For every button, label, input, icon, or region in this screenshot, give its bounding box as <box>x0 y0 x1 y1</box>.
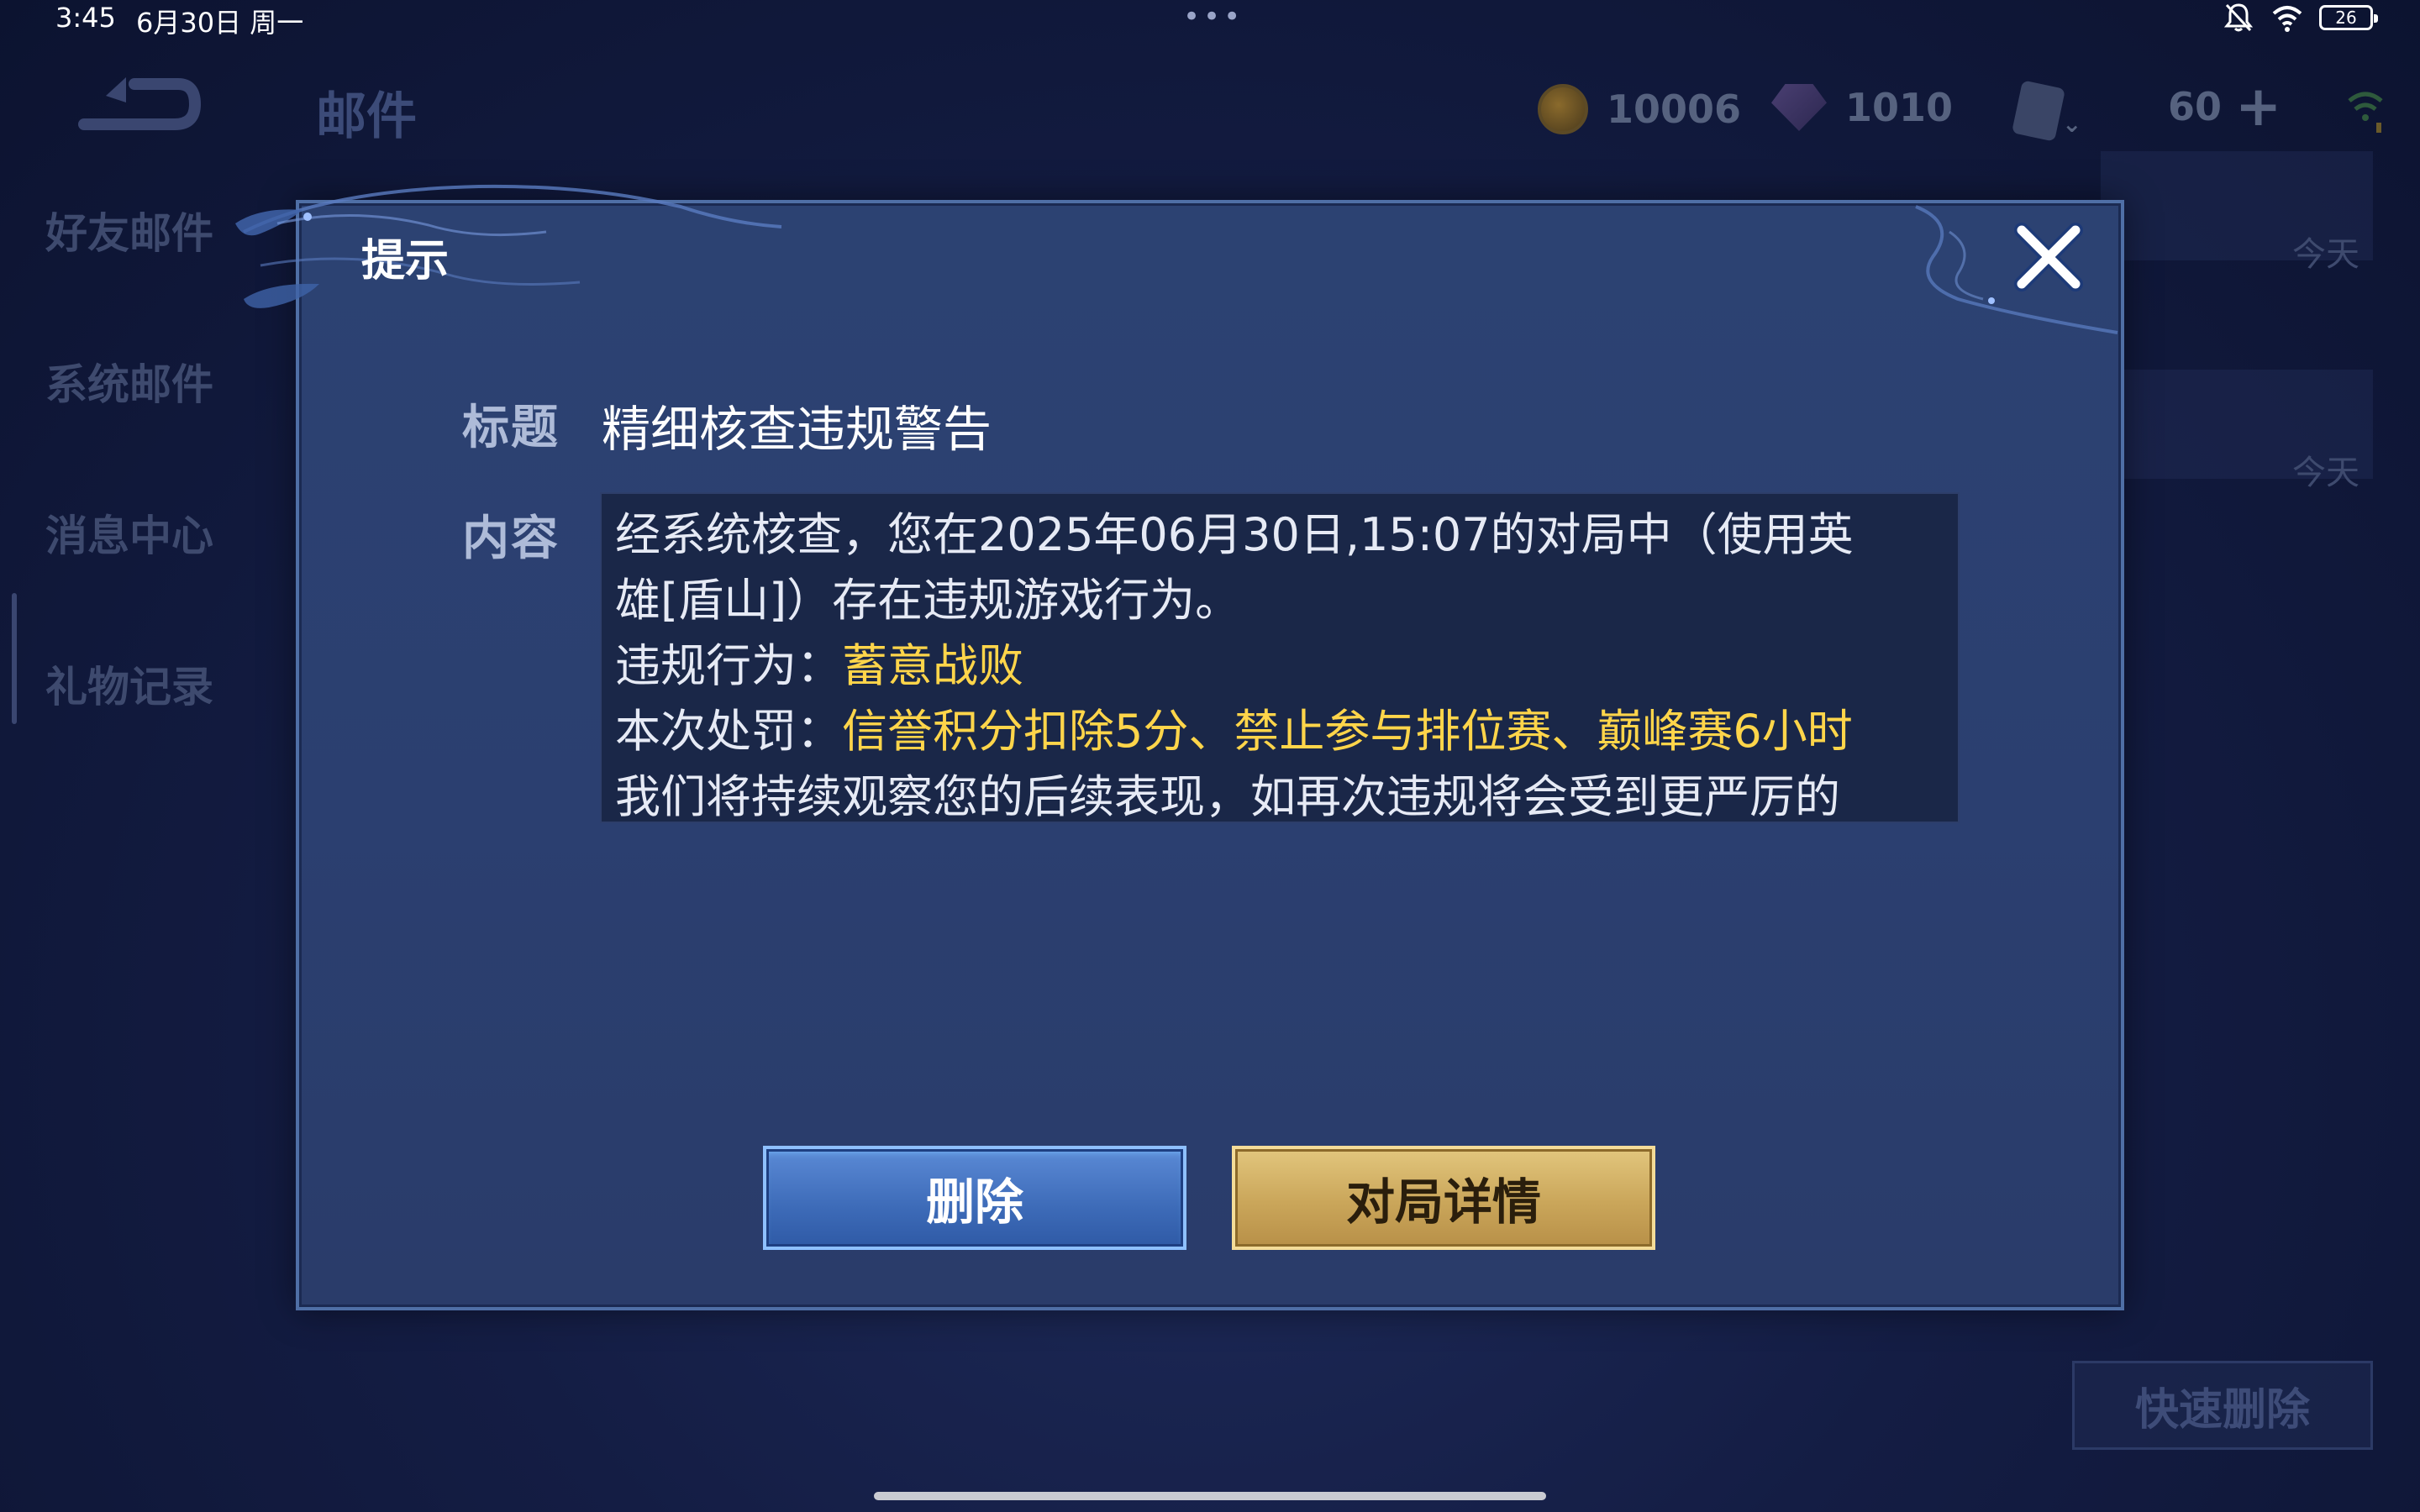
sidebar-item-friend-mail[interactable]: 好友邮件 <box>45 200 213 260</box>
penalty-label: 本次处罚： <box>615 705 842 758</box>
status-time: 3:45 <box>55 2 116 34</box>
close-icon <box>2014 223 2083 291</box>
subject-text: 精细核查违规警告 <box>602 401 992 458</box>
gem-value: 1010 <box>1845 85 1954 130</box>
close-button[interactable] <box>2007 215 2091 299</box>
network-signal-icon <box>2348 92 2383 133</box>
gold-coin-counter: 10006 <box>1538 84 1741 134</box>
penalty-value: 信誉积分扣除5分、禁止参与排位赛、巅峰赛6小时 <box>842 705 1853 758</box>
page-title: 邮件 <box>316 87 417 146</box>
wifi-icon <box>2272 6 2302 32</box>
match-details-button[interactable]: 对局详情 <box>1232 1146 1655 1250</box>
home-indicator[interactable] <box>874 1492 1546 1500</box>
content-label: 内容 <box>462 512 560 566</box>
card-icon <box>2011 80 2066 142</box>
violation-label: 违规行为： <box>615 639 842 692</box>
gem-icon <box>1771 84 1827 131</box>
quick-delete-button[interactable]: 快速删除 <box>2072 1361 2373 1450</box>
sidebar-item-message-center[interactable]: 消息中心 <box>45 502 213 563</box>
gem-counter: 1010 <box>1771 84 1953 131</box>
violation-line: 违规行为：蓄意战败 <box>615 633 1948 699</box>
content-line: 我们将持续观察您的后续表现，如再次违规将会受到更严厉的 <box>615 770 1840 823</box>
back-arrow-icon[interactable] <box>76 77 202 136</box>
energy-value: 60 <box>2168 84 2223 129</box>
subject-label: 标题 <box>462 401 560 455</box>
energy-counter: 60 + <box>2168 79 2281 134</box>
mail-date: 今天 <box>2292 454 2360 492</box>
battery-icon: 26 <box>2319 5 2378 30</box>
mute-bell-icon <box>2223 3 2254 32</box>
add-energy-icon[interactable]: + <box>2235 79 2281 134</box>
chevron-down-icon: ⌄ <box>2062 109 2082 138</box>
gold-coin-icon <box>1538 84 1588 134</box>
penalty-line: 本次处罚：信誉积分扣除5分、禁止参与排位赛、巅峰赛6小时 <box>615 699 1948 764</box>
mail-date: 今天 <box>2292 235 2360 274</box>
status-icons: 26 <box>2222 2 2378 34</box>
delete-button[interactable]: 删除 <box>763 1146 1186 1250</box>
card-selector[interactable]: ⌄ <box>2011 80 2082 142</box>
gold-coin-value: 10006 <box>1607 87 1742 132</box>
mail-header: 邮件 10006 1010 ⌄ 60 + <box>0 34 2420 151</box>
sidebar-scroll-indicator <box>12 593 17 724</box>
more-dots-icon[interactable]: ••• <box>1183 0 1240 34</box>
sidebar-item-system-mail[interactable]: 系统邮件 <box>45 351 213 412</box>
content-line: 经系统核查，您在2025年06月30日,15:07的对局中（使用英 <box>615 508 1854 561</box>
dialog-title: 提示 <box>361 236 450 286</box>
violation-value: 蓄意战败 <box>842 639 1023 692</box>
content-scroll-area[interactable]: 经系统核查，您在2025年06月30日,15:07的对局中（使用英 雄[盾山]）… <box>600 492 1960 823</box>
content-line: 雄[盾山]）存在违规游戏行为。 <box>615 574 1241 627</box>
sidebar-item-gift-records[interactable]: 礼物记录 <box>45 654 213 714</box>
